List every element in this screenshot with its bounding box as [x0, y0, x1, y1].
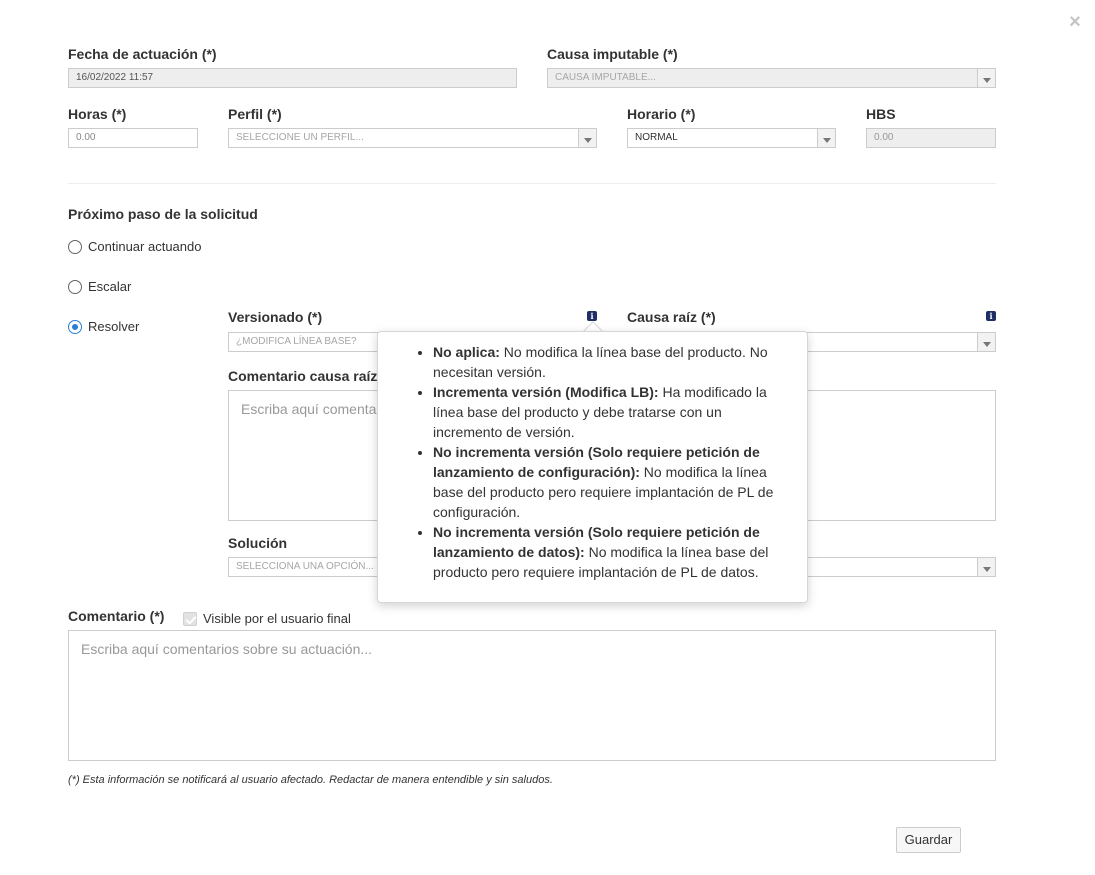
radio-button[interactable]	[68, 239, 82, 254]
causa-imputable-label: Causa imputable (*)	[547, 46, 678, 62]
visible-checkbox-label: Visible por el usuario final	[203, 611, 351, 626]
causa-raiz-info-icon[interactable]: i	[986, 311, 996, 321]
perfil-placeholder: SELECCIONE UN PERFIL...	[236, 132, 364, 143]
horas-label: Horas (*)	[68, 106, 127, 122]
causa-raiz-label: Causa raíz (*)	[627, 309, 716, 325]
comentario-label: Comentario (*)	[68, 608, 165, 624]
fecha-field: 16/02/2022 11:57	[68, 68, 517, 88]
chevron-down-icon	[578, 129, 596, 147]
horas-input[interactable]: 0.00	[68, 128, 198, 148]
visible-usuario-checkbox-row[interactable]: Visible por el usuario final	[183, 611, 351, 626]
versionado-info-popover: No aplica: No modifica la línea base del…	[377, 331, 808, 603]
horario-label: Horario (*)	[627, 106, 696, 122]
radio-label: Resolver	[88, 319, 140, 334]
radio-resolver[interactable]: Resolver	[68, 319, 139, 334]
horario-select[interactable]: NORMAL	[627, 128, 836, 148]
visible-checkbox[interactable]	[183, 611, 197, 626]
popover-item: No incrementa versión (Solo requiere pet…	[433, 522, 789, 582]
fecha-label: Fecha de actuación (*)	[68, 46, 217, 62]
radio-escalar[interactable]: Escalar	[68, 279, 131, 294]
versionado-label: Versionado (*)	[228, 309, 323, 325]
popover-item: Incrementa versión (Modifica LB): Ha mod…	[433, 382, 789, 442]
chevron-down-icon	[977, 558, 995, 576]
hbs-field: 0.00	[866, 128, 996, 148]
popover-list: No aplica: No modifica la línea base del…	[388, 342, 789, 582]
popover-item-term: Incrementa versión (Modifica LB):	[433, 384, 659, 400]
section-divider	[68, 183, 996, 184]
chevron-down-icon	[977, 333, 995, 351]
comentario-causa-raiz-label: Comentario causa raíz (	[228, 368, 386, 384]
radio-button-selected[interactable]	[68, 319, 82, 334]
radio-button[interactable]	[68, 279, 82, 294]
chevron-down-icon	[817, 129, 835, 147]
causa-imputable-placeholder: CAUSA IMPUTABLE...	[555, 72, 656, 83]
radio-label: Continuar actuando	[88, 239, 202, 254]
causa-imputable-select[interactable]: CAUSA IMPUTABLE...	[547, 68, 996, 88]
hbs-label: HBS	[866, 106, 896, 122]
close-icon[interactable]: ×	[1066, 12, 1084, 32]
perfil-label: Perfil (*)	[228, 106, 282, 122]
popover-item: No incrementa versión (Solo requiere pet…	[433, 442, 789, 522]
popover-item: No aplica: No modifica la línea base del…	[433, 342, 789, 382]
proximo-paso-title: Próximo paso de la solicitud	[68, 206, 258, 222]
solucion-label: Solución	[228, 535, 288, 551]
chevron-down-icon	[977, 69, 995, 87]
comentario-textarea[interactable]: Escriba aquí comentarios sobre su actuac…	[68, 630, 996, 761]
popover-item-term: No aplica:	[433, 344, 500, 360]
radio-label: Escalar	[88, 279, 132, 294]
perfil-select[interactable]: SELECCIONE UN PERFIL...	[228, 128, 597, 148]
footnote: (*) Esta información se notificará al us…	[68, 774, 553, 786]
solucion-placeholder: SELECCIONA UNA OPCIÓN...	[236, 561, 374, 572]
radio-continuar-actuando[interactable]: Continuar actuando	[68, 239, 201, 254]
save-button[interactable]: Guardar	[896, 827, 961, 853]
versionado-placeholder: ¿MODIFICA LÍNEA BASE?	[236, 336, 357, 347]
versionado-info-icon[interactable]: i	[587, 311, 597, 321]
horario-value: NORMAL	[635, 132, 678, 143]
